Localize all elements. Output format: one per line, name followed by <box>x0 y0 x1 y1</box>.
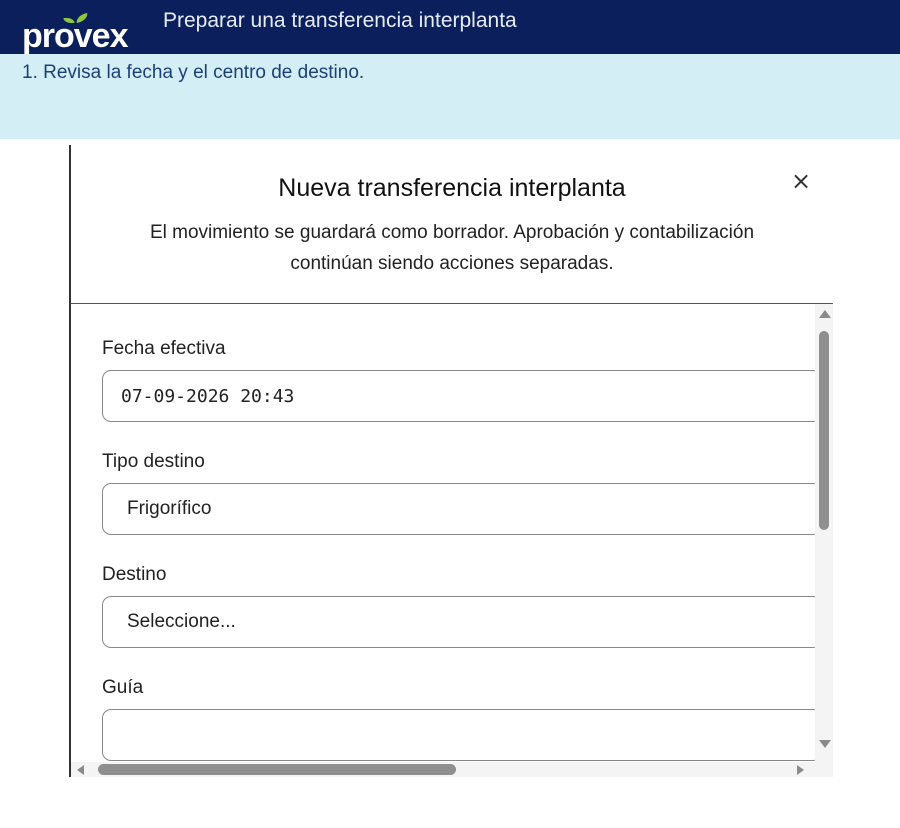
horizontal-scroll-thumb[interactable] <box>98 764 456 775</box>
fecha-label: Fecha efectiva <box>102 338 226 359</box>
tipo-destino-select[interactable]: Frigorífico <box>102 483 815 535</box>
scroll-down-icon[interactable] <box>819 740 831 748</box>
destino-label: Destino <box>102 564 167 585</box>
fecha-value: 07-09-2026 20:43 <box>121 386 295 407</box>
scroll-left-icon[interactable] <box>77 765 84 775</box>
tipo-destino-label: Tipo destino <box>102 451 205 472</box>
tipo-destino-value: Frigorífico <box>127 498 212 519</box>
modal-header: Nueva transferencia interplanta × El mov… <box>71 145 833 304</box>
instruction-band: 1. Revisa la fecha y el centro de destin… <box>0 54 900 139</box>
destino-value: Seleccione... <box>127 611 236 632</box>
close-icon[interactable]: × <box>787 167 815 195</box>
modal-subtitle-line1: El movimiento se guardará como borrador.… <box>149 222 755 243</box>
modal-subtitle-line2: continúan siendo acciones separadas. <box>290 253 614 274</box>
modal-body: Fecha efectiva 07-09-2026 20:43 Tipo des… <box>71 304 815 762</box>
horizontal-scrollbar[interactable] <box>71 762 833 777</box>
scroll-right-icon[interactable] <box>797 765 804 775</box>
guia-input[interactable] <box>102 709 815 761</box>
vertical-scrollbar[interactable] <box>815 304 833 762</box>
modal-subtitle: El movimiento se guardará como borrador.… <box>107 217 797 279</box>
guia-label: Guía <box>102 677 144 698</box>
instruction-text: 1. Revisa la fecha y el centro de destin… <box>22 62 365 83</box>
vertical-scroll-thumb[interactable] <box>819 331 829 530</box>
fecha-input[interactable]: 07-09-2026 20:43 <box>102 370 815 422</box>
page-title: Preparar una transferencia interplanta <box>163 9 517 32</box>
provex-logo: provex <box>22 13 152 56</box>
destino-select[interactable]: Seleccione... <box>102 596 815 648</box>
transfer-modal: Nueva transferencia interplanta × El mov… <box>69 145 833 777</box>
modal-title: Nueva transferencia interplanta <box>278 174 626 202</box>
top-bar: provex Preparar una transferencia interp… <box>0 0 900 56</box>
scroll-up-icon[interactable] <box>819 310 831 318</box>
